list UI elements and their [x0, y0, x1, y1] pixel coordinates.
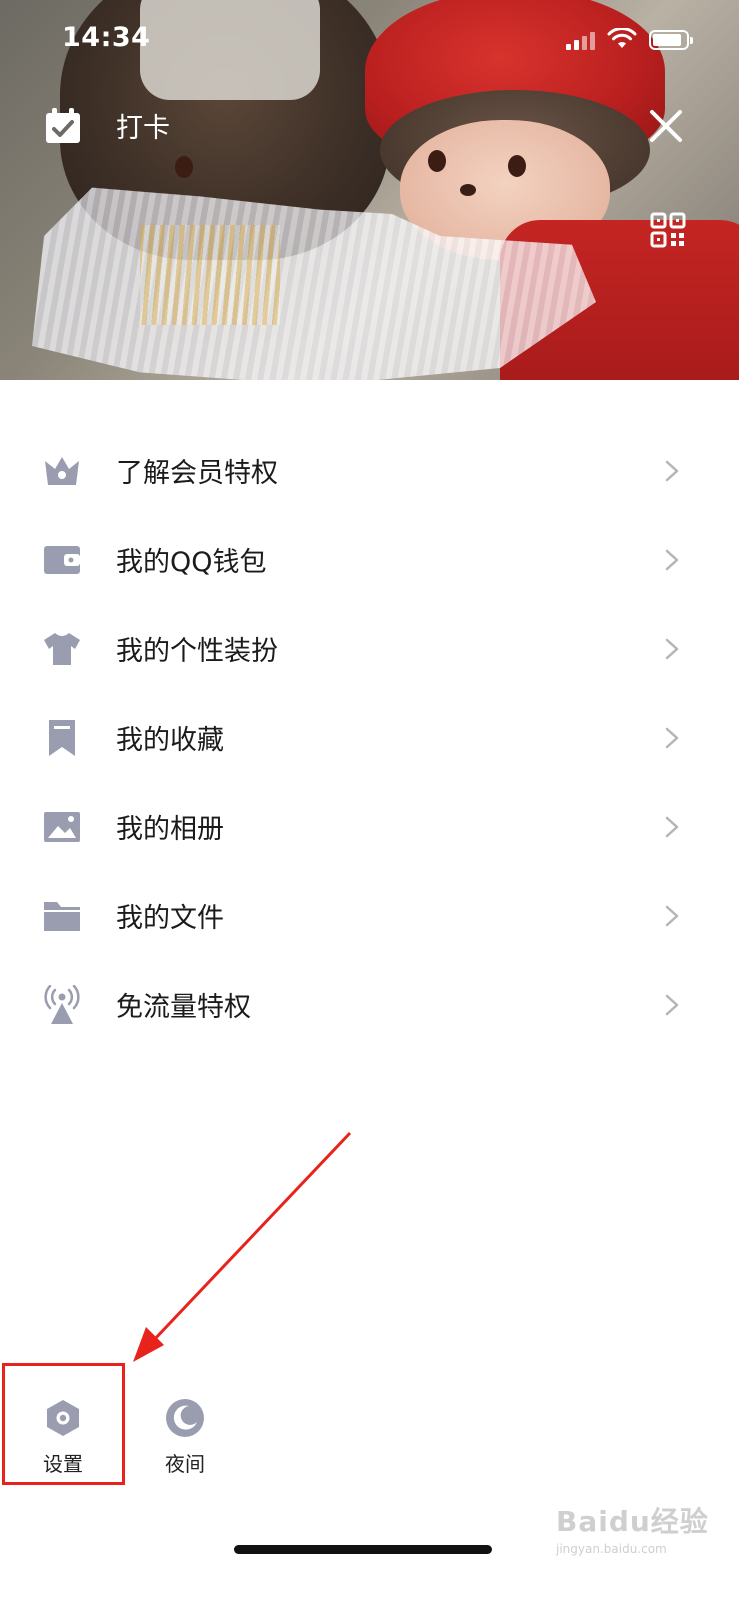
settings-hexagon-icon [47, 1400, 79, 1436]
watermark-url: jingyan.baidu.com [556, 1542, 667, 1556]
menu-item-data-free[interactable]: 免流量特权 [0, 960, 739, 1049]
menu-item-albums[interactable]: 我的相册 [0, 782, 739, 871]
doll-eye [428, 150, 446, 172]
menu-item-label: 免流量特权 [116, 992, 251, 1023]
wallet-icon [44, 545, 80, 574]
menu-item-personalization[interactable]: 我的个性装扮 [0, 604, 739, 693]
menu-item-qq-wallet[interactable]: 我的QQ钱包 [0, 515, 739, 604]
doll-left-hood [140, 0, 320, 100]
chevron-right-icon [665, 994, 679, 1015]
chevron-right-icon [665, 905, 679, 926]
settings-button[interactable]: 设置 [36, 1398, 90, 1477]
watermark-brand: Baidu经验 [556, 1505, 709, 1538]
close-icon[interactable] [646, 106, 686, 146]
signal-tower-icon [44, 984, 80, 1024]
drawer-menu: 了解会员特权 我的QQ钱包 我的个性装扮 我的收藏 我的相册 我的文件 免流量特… [0, 426, 739, 1049]
wifi-icon [607, 28, 637, 48]
menu-item-label: 我的文件 [116, 903, 224, 934]
settings-label: 设置 [43, 1452, 83, 1476]
doll-eye [508, 155, 526, 177]
tshirt-icon [44, 632, 80, 665]
baidu-watermark: Baidu经验 jingyan.baidu.com [556, 1500, 709, 1556]
doll-nose [460, 184, 476, 196]
bookmark-icon [49, 719, 75, 756]
qr-code-icon[interactable] [650, 212, 686, 248]
folder-icon [44, 901, 80, 931]
status-icons [566, 28, 693, 50]
menu-item-files[interactable]: 我的文件 [0, 871, 739, 960]
chevron-right-icon [665, 638, 679, 659]
home-indicator[interactable] [234, 1545, 492, 1554]
menu-item-label: 我的相册 [116, 814, 224, 845]
profile-header-background [0, 0, 739, 380]
chevron-right-icon [665, 549, 679, 570]
redaction-scribble-accent [140, 225, 280, 325]
checkin-button[interactable]: 打卡 [44, 106, 170, 145]
chevron-right-icon [665, 460, 679, 481]
menu-item-label: 我的收藏 [116, 725, 224, 756]
doll-eye [175, 156, 193, 178]
chevron-right-icon [665, 727, 679, 748]
menu-item-vip-privileges[interactable]: 了解会员特权 [0, 426, 739, 515]
moon-icon [166, 1399, 204, 1437]
menu-item-label: 我的个性装扮 [116, 636, 278, 667]
cellular-signal-icon [566, 30, 595, 50]
battery-icon [649, 30, 693, 50]
night-mode-button[interactable]: 夜间 [156, 1398, 214, 1477]
calendar-check-icon [46, 107, 80, 143]
checkin-label: 打卡 [116, 113, 170, 144]
chevron-right-icon [665, 816, 679, 837]
night-label: 夜间 [165, 1452, 205, 1476]
image-icon [44, 811, 80, 842]
status-time: 14:34 [62, 22, 151, 53]
menu-item-label: 了解会员特权 [116, 458, 278, 489]
crown-icon [45, 456, 79, 485]
menu-item-label: 我的QQ钱包 [116, 547, 267, 578]
menu-item-favorites[interactable]: 我的收藏 [0, 693, 739, 782]
